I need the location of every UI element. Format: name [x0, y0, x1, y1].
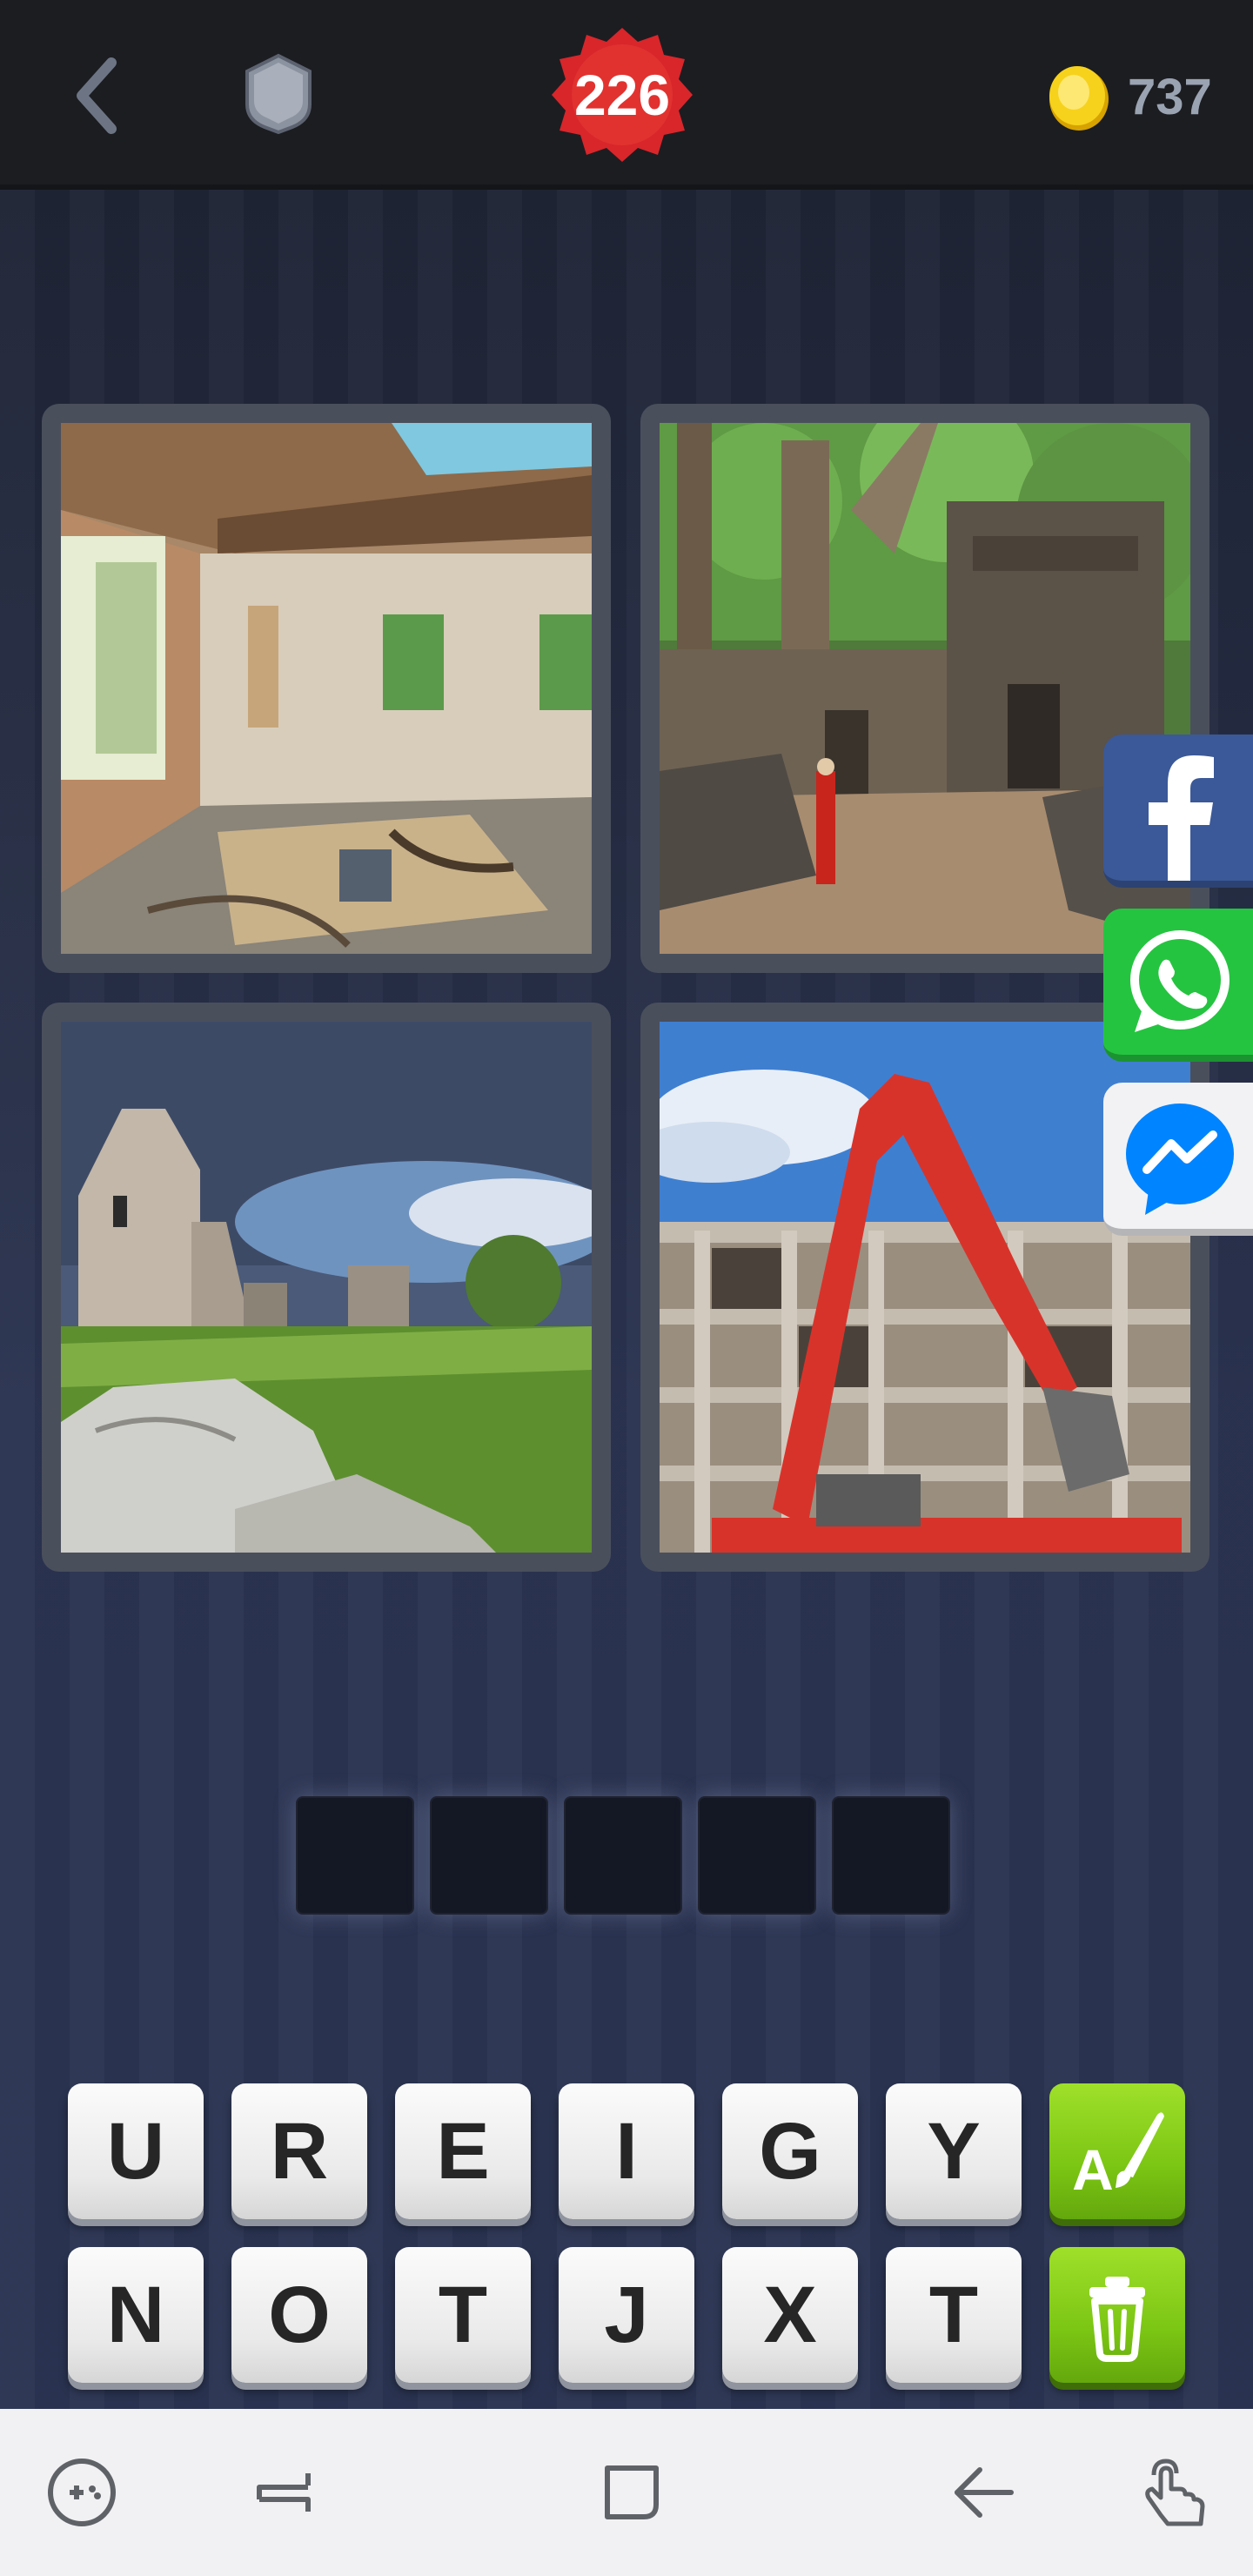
letter-key[interactable]: J [559, 2247, 694, 2383]
answer-slot[interactable] [832, 1796, 950, 1915]
letter-key[interactable]: U [68, 2083, 204, 2219]
home-icon[interactable] [588, 2449, 675, 2536]
letter-key[interactable]: T [395, 2247, 531, 2383]
answer-slot[interactable] [564, 1796, 682, 1915]
trash-can-icon [1089, 2277, 1145, 2362]
letter-key[interactable]: Y [886, 2083, 1022, 2219]
letter-key[interactable]: E [395, 2083, 531, 2219]
whatsapp-share-button[interactable] [1103, 909, 1253, 1062]
facebook-icon [1149, 755, 1214, 881]
system-nav-bar [0, 2409, 1253, 2576]
letter-key[interactable]: N [68, 2247, 204, 2383]
whatsapp-icon [1130, 930, 1230, 1032]
level-number: 226 [573, 63, 671, 127]
answer-slots [296, 1796, 957, 1918]
coin-count: 737 [1128, 69, 1212, 125]
shield-icon[interactable] [235, 50, 322, 138]
messenger-share-button[interactable] [1103, 1083, 1253, 1236]
facebook-share-button[interactable] [1103, 735, 1253, 888]
letter-key[interactable]: T [886, 2247, 1022, 2383]
reveal-letter-icon: A [1072, 2112, 1164, 2202]
messenger-icon [1126, 1104, 1234, 1215]
puzzle-image-castle-ruins[interactable] [42, 1003, 611, 1572]
recent-apps-icon[interactable] [240, 2449, 327, 2536]
game-launcher-icon[interactable] [38, 2449, 125, 2536]
touch-gesture-icon[interactable] [1128, 2449, 1215, 2536]
letter-key[interactable]: G [722, 2083, 858, 2219]
answer-slot[interactable] [698, 1796, 816, 1915]
castle-ruins-photo [61, 1022, 592, 1553]
answer-slot[interactable] [430, 1796, 548, 1915]
abandoned-room-photo [61, 423, 592, 954]
chevron-left-icon[interactable] [61, 52, 139, 139]
top-bar: 226 737 [0, 0, 1253, 190]
back-icon[interactable] [940, 2449, 1027, 2536]
gold-coin-icon [1049, 66, 1109, 131]
letter-key[interactable]: X [722, 2247, 858, 2383]
svg-text:A: A [1072, 2137, 1114, 2202]
letter-key[interactable]: R [231, 2083, 367, 2219]
remove-letters-button[interactable] [1049, 2247, 1185, 2383]
puzzle-image-abandoned-room[interactable] [42, 404, 611, 973]
answer-slot[interactable] [296, 1796, 414, 1915]
letter-key[interactable]: O [231, 2247, 367, 2383]
reveal-letter-button[interactable]: A [1049, 2083, 1185, 2219]
letter-key[interactable]: I [559, 2083, 694, 2219]
